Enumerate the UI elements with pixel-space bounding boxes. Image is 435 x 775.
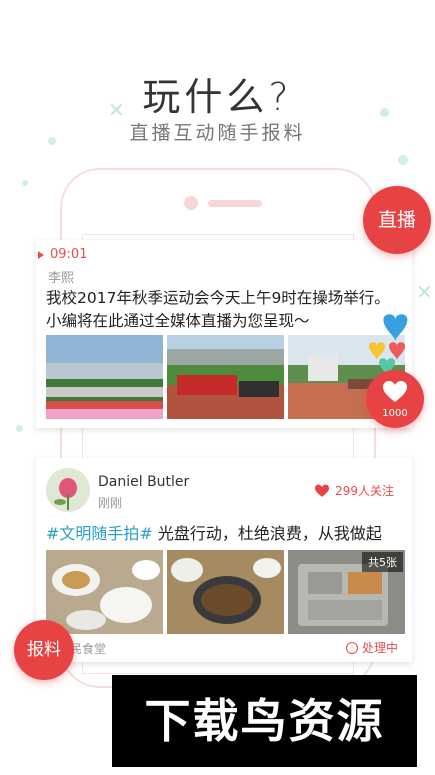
- clock-icon: ·: [345, 641, 358, 654]
- phone-speaker: [208, 200, 262, 207]
- hashtag-link[interactable]: #文明随手拍#: [46, 524, 153, 543]
- user-time: 刚刚: [98, 496, 123, 510]
- page-subtitle: 直播互动随手报料: [129, 122, 306, 144]
- like-button[interactable]: 1000: [366, 370, 424, 428]
- play-triangle-icon: [38, 250, 44, 259]
- heart-icon: [369, 342, 385, 360]
- post-text-body: 光盘行动，杜绝浪费，从我做起: [152, 524, 382, 543]
- heart-icon: [315, 484, 330, 497]
- photo-count-badge: 共5张: [362, 552, 403, 572]
- follow-button[interactable]: 299人关注: [314, 482, 394, 499]
- post-status: · 处理中: [345, 639, 398, 656]
- post-text: 我校2017年秋季运动会今天上午9时在操场举行。小编将在此通过全媒体直播为您呈现…: [46, 289, 390, 330]
- photo-thumbnail[interactable]: [46, 550, 163, 634]
- heart-icon: [389, 342, 405, 360]
- photo-thumbnail[interactable]: [167, 550, 284, 634]
- post-time-text: 09:01: [50, 247, 88, 262]
- photo-thumbnail[interactable]: 共5张: [288, 550, 405, 634]
- live-button[interactable]: 直播: [363, 186, 431, 254]
- post-author: 李熙: [48, 271, 75, 286]
- avatar[interactable]: [46, 468, 90, 512]
- page-title: 玩什么?: [142, 75, 293, 119]
- decor-dot: [22, 180, 28, 186]
- post-text: #文明随手拍# 光盘行动，杜绝浪费，从我做起: [46, 520, 406, 544]
- post-status-text: 处理中: [361, 641, 398, 655]
- post-time: 09:01: [38, 247, 87, 262]
- photo-thumbnail[interactable]: [167, 335, 284, 419]
- follow-count: 299人关注: [335, 484, 394, 498]
- user-name: Daniel Butler: [98, 474, 190, 490]
- like-count: 1000: [382, 408, 408, 419]
- post-location: 民食堂: [70, 642, 107, 656]
- decor-dot: [16, 425, 23, 432]
- decor-plus-icon: ✕: [416, 280, 433, 304]
- phone-camera: [184, 196, 198, 210]
- report-post-card[interactable]: Daniel Butler 刚刚 299人关注 #文明随手拍# 光盘行动，杜绝浪…: [36, 458, 412, 662]
- heart-icon: [383, 381, 407, 402]
- watermark: 下载鸟资源: [112, 675, 417, 767]
- photo-strip: 共5张: [46, 550, 405, 634]
- decor-dot: [398, 155, 408, 165]
- live-post-card[interactable]: 09:01 李熙 我校2017年秋季运动会今天上午9时在操场举行。小编将在此通过…: [36, 240, 412, 428]
- report-button[interactable]: 报料: [14, 620, 74, 680]
- photo-thumbnail[interactable]: [46, 335, 163, 419]
- heart-icon: [383, 314, 408, 342]
- photo-strip: [46, 335, 405, 419]
